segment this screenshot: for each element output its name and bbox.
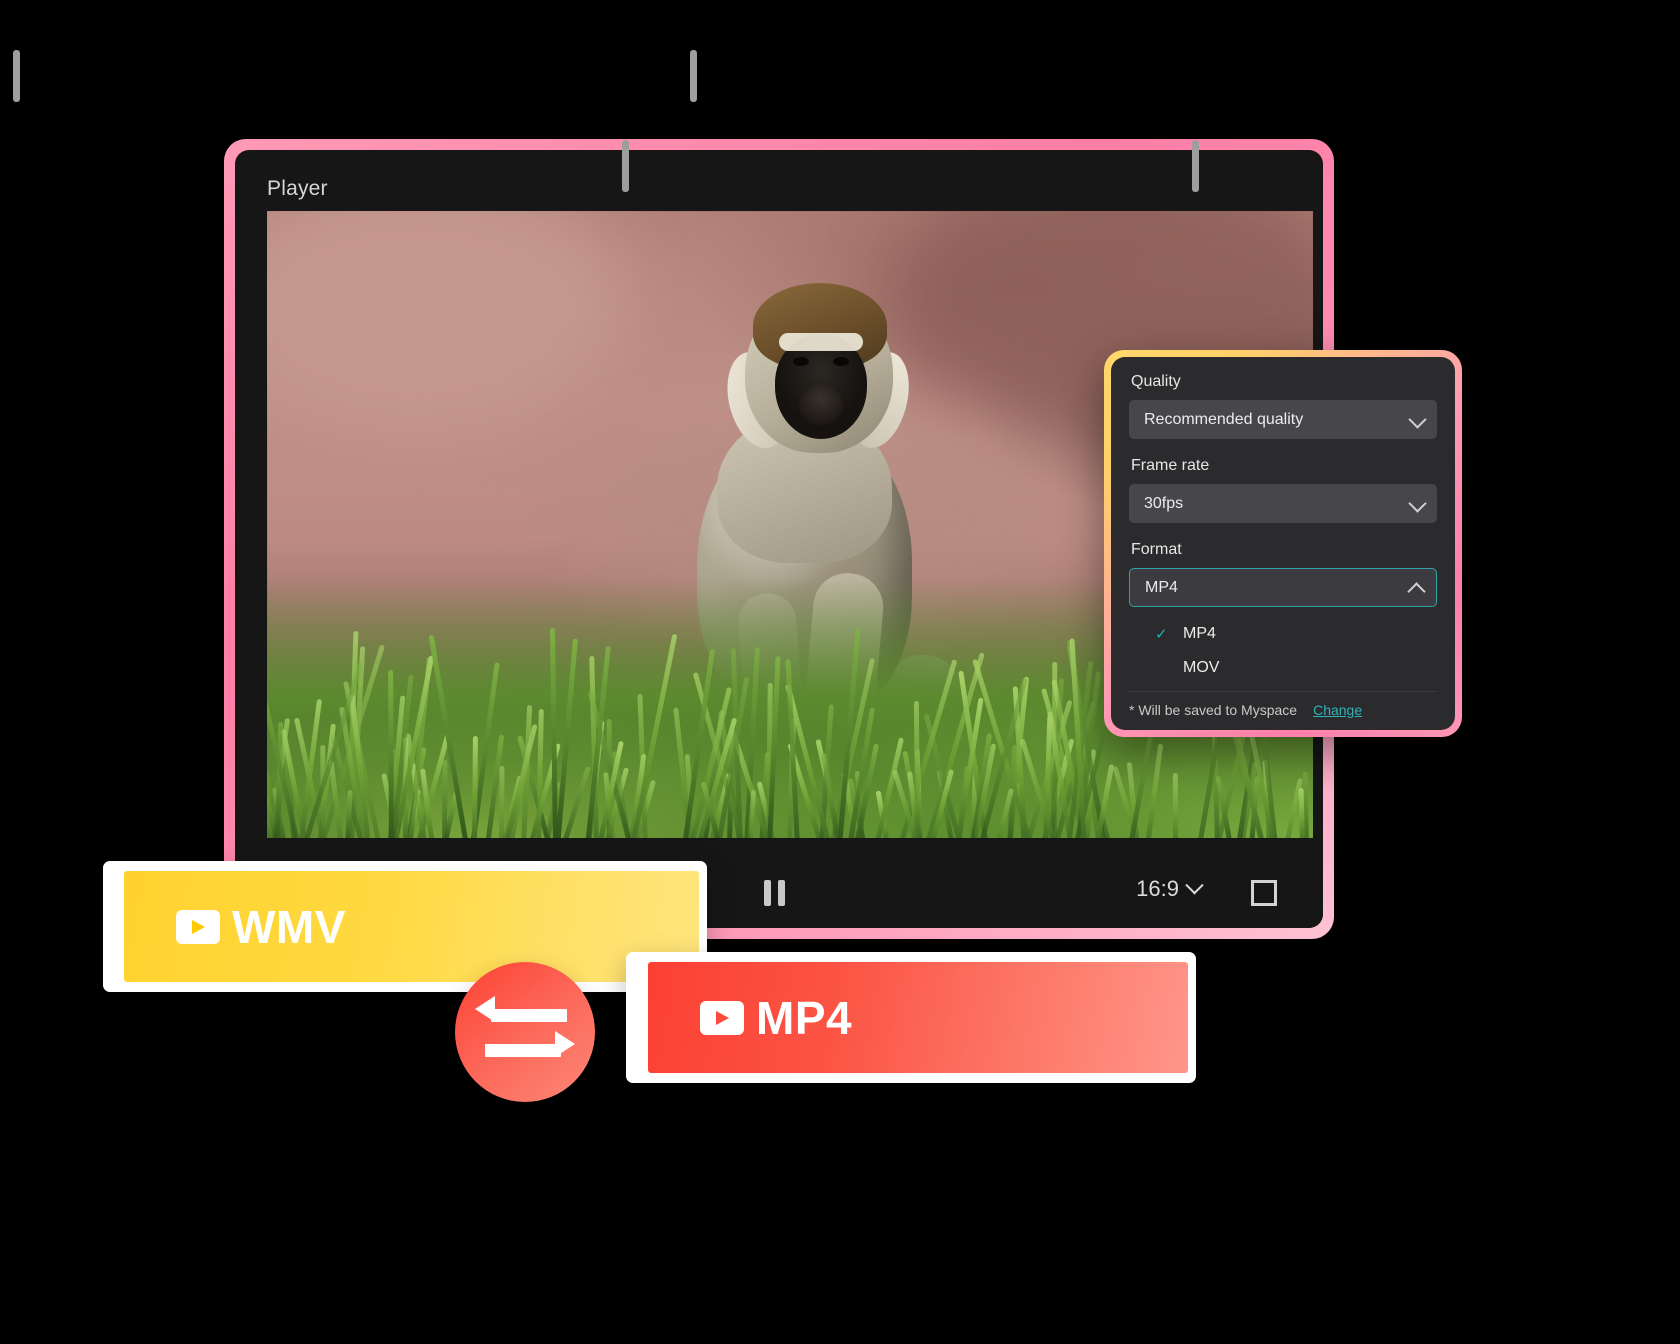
check-icon: ✓ <box>1155 626 1168 643</box>
format-option-mp4[interactable]: ✓ MP4 <box>1129 617 1437 651</box>
resize-handle-right[interactable] <box>1192 140 1199 192</box>
aspect-ratio-button[interactable]: 16:9 <box>1136 875 1204 902</box>
pause-button[interactable] <box>762 880 788 906</box>
grass-blade <box>442 760 448 838</box>
fullscreen-button[interactable] <box>1251 880 1277 906</box>
aspect-ratio-value: 16:9 <box>1136 876 1179 901</box>
save-location-text: * Will be saved to Myspace <box>1129 702 1298 718</box>
frame-rate-label: Frame rate <box>1131 457 1210 474</box>
source-format-label: WMV <box>232 900 346 953</box>
target-format-card: MP4 <box>626 952 1196 1083</box>
grass-blade <box>629 633 678 838</box>
grass-blade <box>472 736 478 838</box>
grass-blade <box>499 765 505 838</box>
source-format-card: WMV <box>103 861 707 992</box>
swap-arrows-icon[interactable] <box>455 962 595 1102</box>
frame-rate-value: 30fps <box>1144 494 1184 512</box>
format-select[interactable]: MP4 <box>1129 568 1437 607</box>
quality-value: Recommended quality <box>1144 410 1304 428</box>
quality-label: Quality <box>1131 373 1181 390</box>
grass-blade <box>428 634 469 838</box>
change-location-link[interactable]: Change <box>1313 702 1362 718</box>
format-option-mov[interactable]: MOV <box>1129 651 1437 685</box>
grass-blade <box>1172 773 1178 838</box>
export-settings-panel: Quality Recommended quality Frame rate 3… <box>1104 350 1462 737</box>
chevron-up-icon <box>1407 581 1426 601</box>
save-location-note: * Will be saved to Myspace Change <box>1129 691 1437 730</box>
video-play-icon <box>700 1000 744 1035</box>
target-format-label: MP4 <box>756 991 853 1044</box>
player-title: Player <box>267 177 328 200</box>
grass-blade <box>913 701 920 838</box>
source-format-badge[interactable]: WMV <box>124 871 699 982</box>
chevron-down-icon <box>1185 875 1204 894</box>
target-format-badge[interactable]: MP4 <box>648 962 1188 1073</box>
frame-rate-select[interactable]: 30fps <box>1129 484 1437 523</box>
resize-handle-left[interactable] <box>622 140 629 192</box>
export-settings-body: Quality Recommended quality Frame rate 3… <box>1111 357 1455 730</box>
resize-handle-left[interactable] <box>13 50 20 102</box>
format-option-label: MP4 <box>1183 625 1216 642</box>
resize-handle-right[interactable] <box>690 50 697 102</box>
quality-select[interactable]: Recommended quality <box>1129 400 1437 439</box>
chevron-down-icon <box>1408 493 1427 513</box>
format-option-label: MOV <box>1183 659 1220 676</box>
format-dropdown-menu: ✓ MP4 MOV <box>1129 607 1437 691</box>
format-label: Format <box>1131 541 1182 558</box>
grass-blade <box>387 669 394 838</box>
video-play-icon <box>176 909 220 944</box>
chevron-down-icon <box>1408 409 1427 429</box>
format-value: MP4 <box>1145 578 1178 596</box>
screenshot-root: Player 16:9 Quality Recommended quality … <box>0 0 1680 1344</box>
